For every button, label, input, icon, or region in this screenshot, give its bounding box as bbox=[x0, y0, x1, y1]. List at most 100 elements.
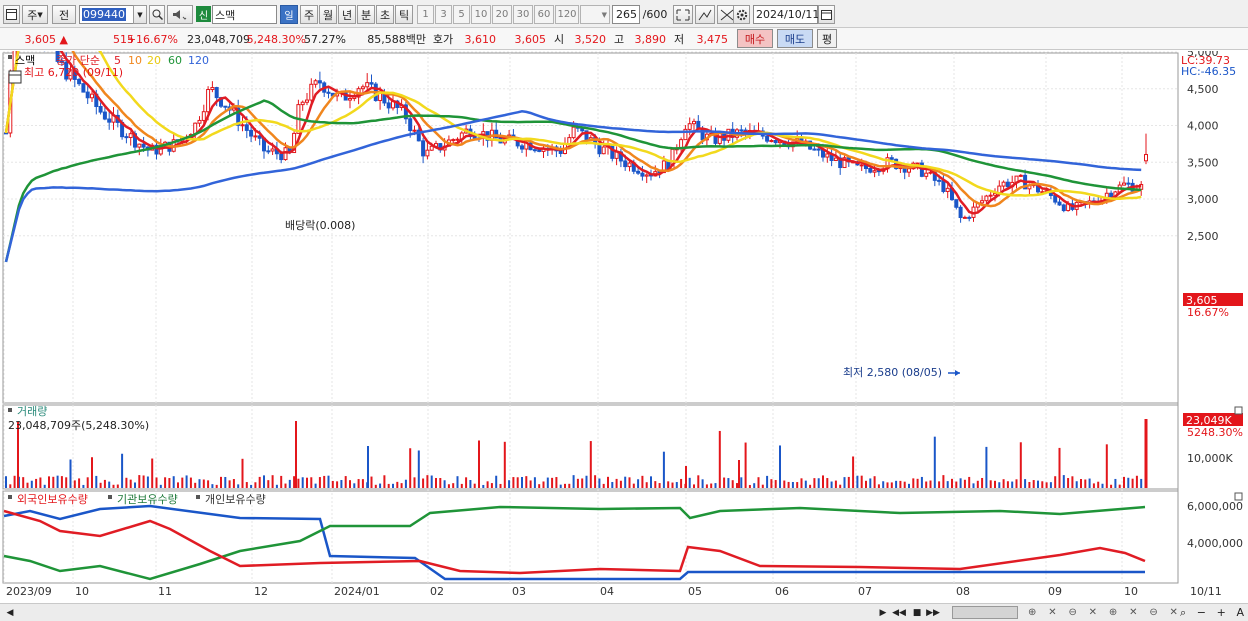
interval-button-1[interactable]: 1 bbox=[417, 5, 434, 24]
unit-dropdown[interactable]: 주 ▼ bbox=[22, 5, 48, 24]
period-month-tab[interactable]: 월 bbox=[319, 5, 337, 24]
volume-bar bbox=[125, 477, 128, 488]
volume-bar bbox=[856, 475, 859, 488]
zoom-out-icon[interactable]: ⊖ bbox=[1149, 607, 1157, 618]
cross-icon[interactable]: ✕ bbox=[1129, 607, 1137, 618]
candle bbox=[90, 93, 94, 99]
candle bbox=[962, 216, 967, 219]
period-second-tab[interactable]: 초 bbox=[376, 5, 394, 24]
text-a-icon[interactable]: A bbox=[1236, 606, 1244, 619]
sell-button[interactable]: 매도 bbox=[777, 29, 813, 48]
candle bbox=[1061, 204, 1066, 212]
calendar-button[interactable] bbox=[818, 5, 835, 24]
chart-scrollbar[interactable]: ◀ ▶ ◀◀ ■ ▶▶ ⊕ ✕ ⊖ ✕ ⊕ ✕ ⊖ ✕ ⌕ − + A bbox=[0, 603, 1248, 621]
zoom-in-icon[interactable]: ⊕ bbox=[1109, 607, 1117, 618]
volume-bar bbox=[929, 480, 932, 488]
change-pct: +16.67% bbox=[126, 32, 178, 46]
volume-bar bbox=[959, 478, 962, 488]
volume-bar bbox=[1028, 481, 1031, 488]
close-icon[interactable] bbox=[1234, 492, 1243, 501]
rewind-icon[interactable]: ◀◀ bbox=[892, 605, 906, 620]
new-listing-badge: 신 bbox=[196, 6, 211, 22]
cross-icon[interactable]: ✕ bbox=[1048, 607, 1056, 618]
search-button[interactable] bbox=[149, 5, 165, 24]
zoom-fit-button[interactable] bbox=[673, 5, 693, 24]
date-input[interactable]: 2024/10/11 bbox=[753, 5, 819, 24]
x-axis-label: 05 bbox=[688, 585, 702, 598]
stop-icon[interactable]: ■ bbox=[910, 605, 924, 620]
volume-bar bbox=[13, 475, 16, 488]
open-value: 3,520 bbox=[574, 32, 607, 46]
minus-icon[interactable]: − bbox=[1197, 606, 1206, 619]
low-value: 3,475 bbox=[696, 32, 729, 46]
period-year-tab[interactable]: 년 bbox=[338, 5, 356, 24]
volume-bar bbox=[951, 478, 953, 488]
settings-button[interactable] bbox=[733, 5, 750, 24]
volume-bar bbox=[168, 478, 171, 488]
code-dropdown[interactable]: ▼ bbox=[133, 5, 147, 24]
interval-button-30[interactable]: 30 bbox=[513, 5, 533, 24]
speaker-icon bbox=[173, 10, 187, 20]
volume-bar bbox=[121, 453, 124, 488]
interval-button-3[interactable]: 3 bbox=[435, 5, 452, 24]
previous-button[interactable]: 전 bbox=[52, 5, 76, 24]
cross-icon[interactable]: ✕ bbox=[1089, 607, 1097, 618]
candle bbox=[270, 148, 275, 152]
interval-button-20[interactable]: 20 bbox=[492, 5, 512, 24]
stock-code-input[interactable]: 099440 bbox=[79, 5, 134, 24]
candle bbox=[988, 194, 993, 197]
close-icon[interactable] bbox=[1234, 406, 1243, 415]
interval-button-10[interactable]: 10 bbox=[471, 5, 491, 24]
candle bbox=[421, 140, 426, 157]
candle bbox=[309, 83, 314, 101]
search-icon[interactable]: ⌕ bbox=[1180, 606, 1186, 620]
play-icon[interactable]: ▶ bbox=[876, 605, 890, 620]
interval-button-60[interactable]: 60 bbox=[534, 5, 554, 24]
ma10-legend: 10 bbox=[128, 54, 142, 67]
volume-bar bbox=[946, 481, 949, 488]
volume-bar bbox=[155, 477, 158, 488]
stock-chart[interactable]: 6,5006,0005,5005,0004,5004,0003,5003,000… bbox=[0, 51, 1248, 603]
volume-bar bbox=[478, 440, 480, 488]
period-day-tab[interactable]: 일 bbox=[280, 5, 298, 24]
period-week-tab[interactable]: 주 bbox=[300, 5, 318, 24]
candle bbox=[369, 82, 374, 85]
volume-bar bbox=[486, 481, 489, 488]
volume-bar bbox=[886, 482, 889, 488]
zoom-out-icon[interactable]: ⊖ bbox=[1068, 607, 1076, 618]
stock-name-input[interactable]: 스맥 bbox=[212, 5, 277, 24]
bar-count-input[interactable]: 265 bbox=[612, 5, 640, 24]
volume-bar bbox=[710, 483, 713, 488]
buy-button[interactable]: 매수 bbox=[737, 29, 773, 48]
period-minute-tab[interactable]: 분 bbox=[357, 5, 375, 24]
volume-bar bbox=[241, 458, 244, 488]
plus-icon[interactable]: + bbox=[1217, 606, 1226, 619]
volume-bar bbox=[367, 446, 369, 488]
volume-bar bbox=[78, 478, 81, 488]
drawing-tool-button[interactable] bbox=[695, 5, 715, 24]
volume-bar bbox=[1123, 476, 1125, 488]
panel-icon[interactable] bbox=[3, 5, 20, 24]
period-tick-tab[interactable]: 틱 bbox=[395, 5, 413, 24]
volume-bar bbox=[1144, 419, 1148, 488]
x-axis-label: 08 bbox=[956, 585, 970, 598]
volume-bar bbox=[1071, 476, 1074, 488]
average-button[interactable]: 평 bbox=[817, 29, 837, 48]
cross-icon[interactable]: ✕ bbox=[1170, 607, 1178, 618]
candle bbox=[1005, 181, 1010, 188]
volume-bar bbox=[680, 478, 683, 488]
forward-icon[interactable]: ▶▶ bbox=[926, 605, 940, 620]
interval-button-5[interactable]: 5 bbox=[453, 5, 470, 24]
sound-button[interactable] bbox=[167, 5, 193, 24]
candle bbox=[1057, 201, 1062, 206]
scroll-left-icon[interactable]: ◀ bbox=[4, 605, 16, 620]
scroll-thumb[interactable] bbox=[952, 606, 1018, 619]
interval-button-120[interactable]: 120 bbox=[555, 5, 579, 24]
calendar-icon[interactable] bbox=[8, 70, 22, 84]
volume-bar bbox=[1101, 483, 1104, 488]
interval-custom-dropdown[interactable]: ▼ bbox=[580, 5, 610, 24]
volume-bar bbox=[465, 477, 468, 488]
candle bbox=[253, 135, 258, 138]
zoom-in-icon[interactable]: ⊕ bbox=[1028, 607, 1036, 618]
volume-bar bbox=[245, 482, 248, 488]
